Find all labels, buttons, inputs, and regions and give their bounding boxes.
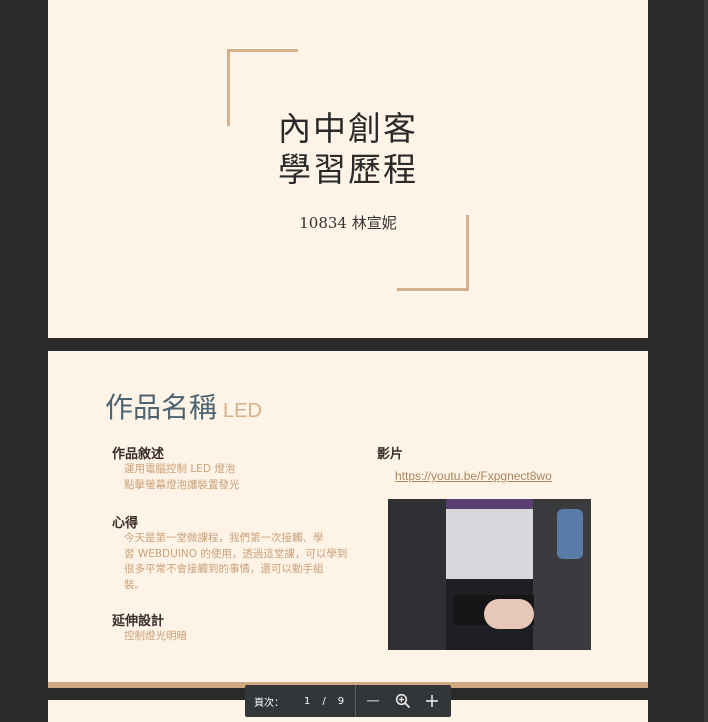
zoom-in-button[interactable] <box>420 689 444 713</box>
video-person <box>557 509 583 559</box>
work-description-heading: 作品敘述 <box>112 447 165 462</box>
video-link[interactable]: https://youtu.be/Fxpgnect8wo <box>395 469 552 483</box>
slide-title: 內中創客 學習歷程 <box>48 108 648 190</box>
video-thumbnail[interactable] <box>388 499 591 650</box>
video-heading: 影片 <box>377 447 404 462</box>
extension-heading: 延伸設計 <box>112 614 165 629</box>
video-monitor <box>446 499 533 579</box>
reflection-line: 今天是第一堂微課程，我們第一次接觸、學 <box>124 532 324 544</box>
extension-line: 控制燈光明暗 <box>124 630 187 642</box>
slide-1: 內中創客 學習歷程 10834 林宣妮 <box>48 0 648 338</box>
page-label: 頁次： <box>254 697 284 709</box>
slide-title-line-1: 內中創客 <box>278 109 418 148</box>
page-separator: / <box>322 695 326 707</box>
work-description-line: 點擊螢幕燈泡讓裝置發光 <box>124 478 240 491</box>
video-panel-left <box>388 499 446 650</box>
reflection-line: 很多平常不會接觸到的事情，還可以動手組 <box>124 563 324 575</box>
author-name: 10834 林宣妮 <box>299 214 397 232</box>
reflection-body: 今天是第一堂微課程，我們第一次接觸、學 習 WEBDUINO 的使用，透過這堂課… <box>124 531 347 593</box>
current-page-input[interactable]: 1 <box>304 696 310 707</box>
work-title: 作品名稱 LED <box>105 386 262 426</box>
reflection-line: 習 WEBDUINO 的使用，透過這堂課，可以學到 <box>124 547 348 560</box>
work-description-line: 運用電腦控制 LED 燈泡 <box>124 463 236 475</box>
page-toolbar: 頁次： 1 / 9 <box>245 685 451 717</box>
video-hand <box>484 599 534 629</box>
plus-icon <box>426 695 439 707</box>
frame-corner-bottom-right <box>397 288 469 291</box>
video-monitor-bar <box>446 499 533 509</box>
work-title-text: 作品名稱 <box>105 391 218 424</box>
scrollbar[interactable] <box>704 0 708 722</box>
zoom-out-button[interactable] <box>361 689 385 713</box>
reflection-heading: 心得 <box>112 516 139 531</box>
zoom-fit-button[interactable] <box>391 689 415 713</box>
frame-corner-top-left <box>227 49 298 52</box>
total-pages: 9 <box>337 695 345 707</box>
slide-title-line-2: 學習歷程 <box>278 150 418 189</box>
slide-2: 作品名稱 LED 作品敘述 運用電腦控制 LED 燈泡 點擊螢幕燈泡讓裝置發光 心… <box>48 351 648 688</box>
toolbar-divider <box>355 685 357 717</box>
work-title-suffix: LED <box>223 400 262 422</box>
minus-icon <box>367 700 380 702</box>
work-description-body: 運用電腦控制 LED 燈泡 點擊螢幕燈泡讓裝置發光 <box>124 462 240 493</box>
zoom-icon <box>396 693 411 709</box>
extension-body: 控制燈光明暗 <box>124 629 187 645</box>
reflection-line: 裝。 <box>124 578 145 591</box>
